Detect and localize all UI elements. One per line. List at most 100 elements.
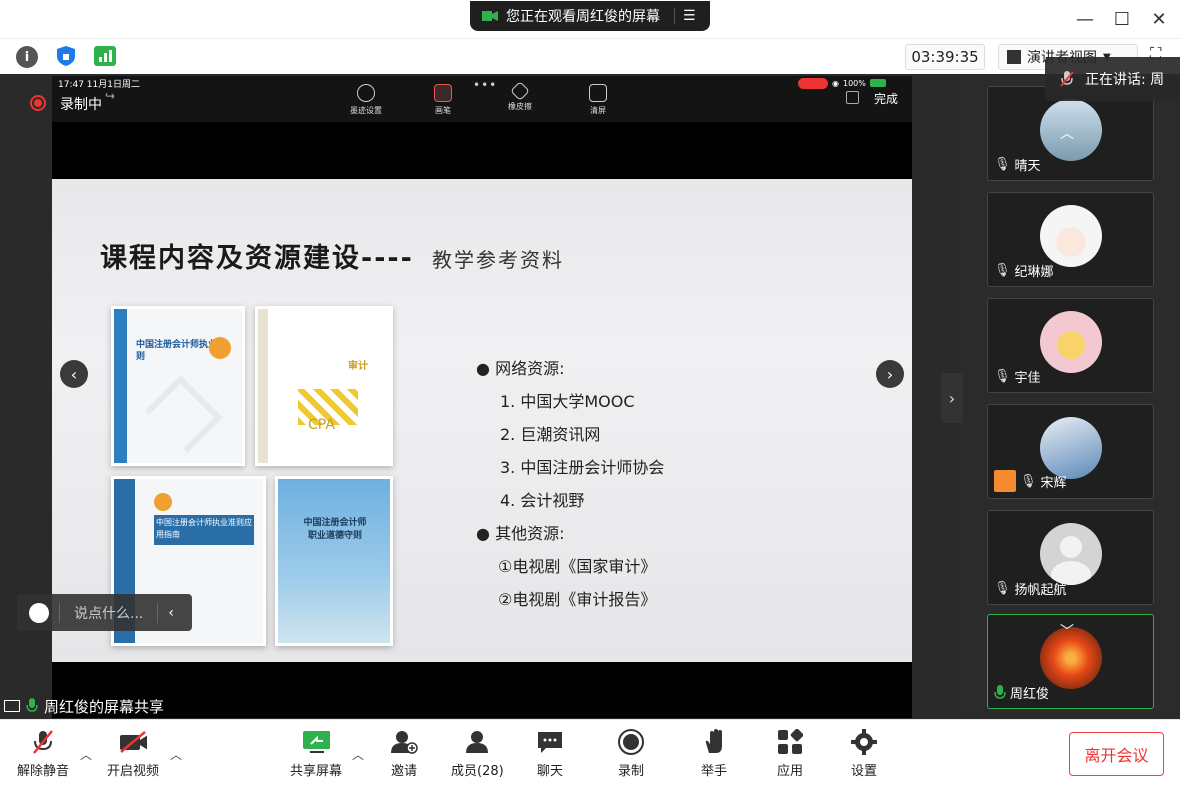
list-item: 中国大学MOOC [520,392,635,411]
menu-icon[interactable]: ☰ [683,8,696,24]
raise-hand-label: 举手 [700,764,727,779]
mic-muted-icon: 🎙 [994,157,1011,172]
done-button[interactable]: 完成 [874,90,898,107]
pen-label: 画笔 [435,106,451,115]
share-options-chevron-icon[interactable]: ︿ [352,746,364,763]
mic-muted-icon [29,730,57,754]
invite-button[interactable]: 邀请 [390,730,418,779]
viewing-banner-text: 您正在观看周红俊的屏幕 [506,9,660,25]
book-cover: 中国注册会计师职业道德守则 [275,476,393,646]
video-options-chevron-icon[interactable]: ︿ [170,746,182,763]
raise-hand-button[interactable]: 举手 [700,729,728,779]
save-icon[interactable] [846,91,859,104]
mic-muted-icon: 🎙 [1020,473,1037,489]
members-label: 成员(28) [451,764,504,779]
mic-muted-icon [1060,71,1074,87]
viewing-banner[interactable]: 您正在观看周红俊的屏幕 ☰ [470,1,710,31]
mic-muted-icon: 🎙 [994,369,1011,384]
book-cover: 审计 CPA [255,306,393,466]
members-button[interactable]: 成员(28) [451,730,504,779]
chat-button[interactable]: 聊天 [536,730,564,779]
unmute-label: 解除静音 [17,764,70,779]
previous-slide-button[interactable]: ‹ [60,360,88,388]
record-button[interactable]: 录制 [617,729,645,779]
chevron-up-icon[interactable]: ︿ [1060,123,1074,143]
book-badge: CPA [308,417,335,433]
next-slide-button[interactable]: › [876,360,904,388]
avatar [1040,311,1102,373]
share-label-text: 周红俊的屏幕共享 [44,697,165,716]
ink-settings-tool[interactable]: 墨迹设置 [336,84,396,116]
record-icon [617,729,645,755]
chevron-right-icon: › [886,364,894,384]
wifi-icon: ◉ [832,78,839,88]
list-item: 其他资源: [495,524,565,543]
participant-name: 宋辉 [1040,475,1067,491]
apps-grid-icon [776,729,804,754]
settings-label: 设置 [850,764,877,779]
collapse-chat-icon[interactable]: ‹ [168,605,174,621]
leave-meeting-button[interactable]: 离开会议 [1069,732,1164,776]
list-bullet: 1. [500,392,516,411]
ink-settings-label: 墨迹设置 [350,106,382,115]
eraser-icon [510,81,530,101]
list-item: 会计视野 [520,491,585,510]
participant-tile[interactable]: 🎙 宋辉 [987,404,1154,499]
speaking-text: 正在讲话: 周 [1085,72,1165,88]
book-title: 中国注册会计师执业准则应用指南 [154,515,254,545]
record-label: 录制 [617,764,644,779]
chat-label: 聊天 [536,764,563,779]
share-screen-button[interactable]: 共享屏幕 [290,730,342,779]
redo-icon[interactable]: ↪ [105,89,115,103]
slide-title: 课程内容及资源建设---- [100,243,414,274]
eraser-tool[interactable]: 橡皮擦 [490,81,550,112]
minimize-button[interactable]: — [1074,8,1096,30]
maximize-button[interactable]: ☐ [1111,8,1133,30]
share-screen-label: 共享屏幕 [290,764,343,779]
list-bullet: ● [476,359,490,378]
list-bullet: ① [498,557,513,576]
list-item: 网络资源: [495,359,565,378]
signal-strength-icon[interactable] [94,46,116,66]
list-bullet: 4. [500,491,516,510]
start-video-label: 开启视频 [107,764,160,779]
add-user-icon [390,730,418,754]
host-icon [994,470,1016,492]
info-icon[interactable]: i [16,46,38,68]
clear-screen-tool[interactable]: 清屏 [568,84,628,116]
participant-tile[interactable]: 🎙 宇佳 [987,298,1154,393]
participant-tile[interactable]: 🎙 扬帆起航 [987,510,1154,605]
unmute-button[interactable]: 解除静音 [17,730,69,779]
invite-label: 邀请 [390,764,417,779]
close-button[interactable]: ✕ [1148,8,1170,30]
pen-tool[interactable]: 画笔 [413,84,473,116]
participant-name: 晴天 [1014,159,1041,174]
book-title: 审计 [348,361,368,372]
slide-subtitle: 教学参考资料 [432,248,564,272]
badge-icon [209,337,231,359]
participant-tile[interactable]: ﹀ 周红俊 [987,614,1154,709]
broom-icon [589,84,607,102]
mic-on-icon [26,698,38,712]
slide-resource-list: ● 网络资源: 1. 中国大学MOOC 2. 巨潮资讯网 3. 中国注册会计师协… [476,352,664,616]
participant-name: 宇佳 [1014,371,1041,386]
list-bullet: ● [476,524,490,543]
list-item: 巨潮资讯网 [520,425,601,444]
quick-chat-bar[interactable]: 说点什么... ‹ [17,594,192,631]
chat-placeholder[interactable]: 说点什么... [74,603,143,623]
participant-name: 纪琳娜 [1014,265,1054,280]
chevron-down-icon[interactable]: ﹀ [1060,621,1074,641]
start-video-button[interactable]: 开启视频 [107,730,159,779]
meeting-timer: 03:39:35 [905,44,985,70]
hand-icon [700,729,728,754]
collapse-sidebar-button[interactable]: › [941,373,963,423]
settings-button[interactable]: 设置 [850,729,878,779]
avatar [1040,205,1102,267]
emoji-icon[interactable] [29,602,49,623]
participant-tile[interactable]: 🎙 纪琳娜 [987,192,1154,287]
camera-off-icon [119,730,147,754]
audio-options-chevron-icon[interactable]: ︿ [80,746,92,763]
clear-screen-label: 清屏 [590,106,606,115]
security-shield-icon[interactable] [56,45,76,67]
apps-button[interactable]: 应用 [776,729,804,779]
